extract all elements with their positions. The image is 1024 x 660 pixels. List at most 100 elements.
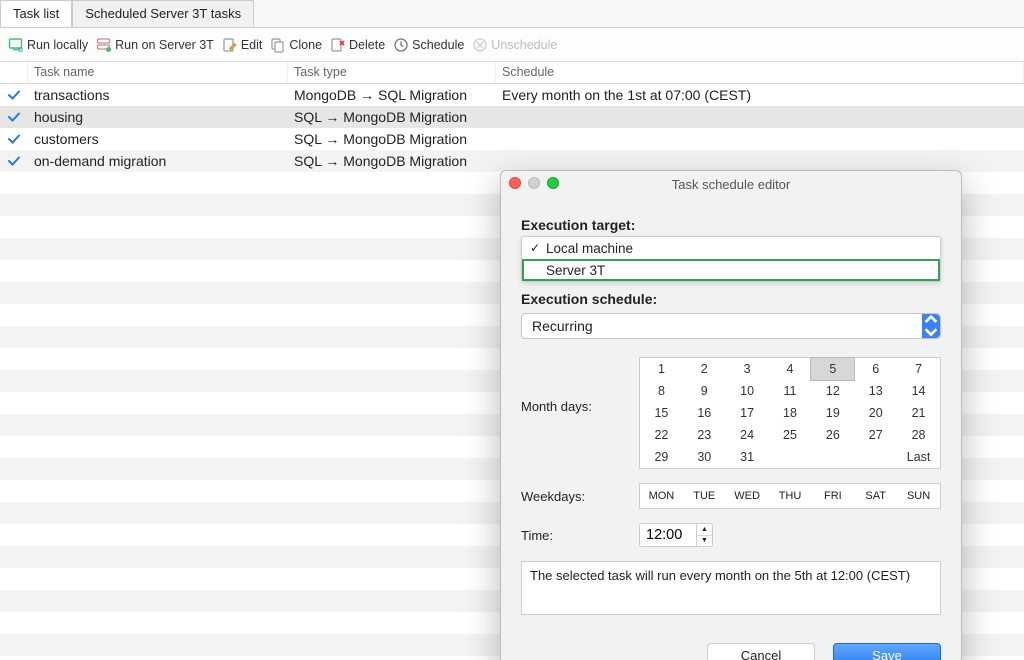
stepper-up-icon[interactable]: ▲ [697, 524, 712, 536]
month-day-cell[interactable]: 13 [854, 380, 897, 402]
month-day-cell[interactable]: 26 [811, 424, 854, 446]
stepper-down-icon[interactable]: ▼ [697, 536, 712, 547]
time-label: Time: [521, 528, 639, 543]
tabbar: Task list Scheduled Server 3T tasks [0, 0, 1024, 28]
task-type: MongoDB → SQL Migration [288, 87, 496, 103]
table-row[interactable]: customersSQL → MongoDB Migration [0, 128, 1024, 150]
toolbar: Run locally Run on Server 3T Edit Clone … [0, 28, 1024, 62]
clone-label: Clone [289, 38, 322, 52]
month-day-cell[interactable]: 29 [640, 446, 683, 468]
col-type[interactable]: Task type [288, 62, 496, 83]
run-locally-button[interactable]: Run locally [8, 37, 88, 53]
month-day-cell[interactable]: 17 [726, 402, 769, 424]
edit-icon [222, 37, 238, 53]
task-name: customers [28, 131, 288, 147]
month-day-cell[interactable]: 22 [640, 424, 683, 446]
month-day-cell[interactable]: 30 [683, 446, 726, 468]
month-day-cell[interactable]: 19 [811, 402, 854, 424]
tab-scheduled-tasks[interactable]: Scheduled Server 3T tasks [72, 0, 254, 27]
schedule-label: Schedule [412, 38, 464, 52]
month-day-cell[interactable]: 6 [854, 358, 897, 380]
run-on-server-label: Run on Server 3T [115, 38, 214, 52]
weekday-cell[interactable]: THU [769, 484, 812, 508]
weekday-cell[interactable]: SAT [854, 484, 897, 508]
month-day-cell[interactable]: 10 [726, 380, 769, 402]
month-day-cell[interactable]: 11 [769, 380, 812, 402]
table-header: Task name Task type Schedule [0, 62, 1024, 84]
month-day-cell[interactable]: 14 [897, 380, 940, 402]
cancel-button[interactable]: Cancel [707, 643, 815, 660]
execution-target-dropdown: Local machineServer 3T [521, 236, 941, 282]
status-check-icon [0, 154, 28, 168]
month-day-cell[interactable]: 16 [683, 402, 726, 424]
month-day-cell[interactable]: 3 [726, 358, 769, 380]
month-day-cell[interactable]: 7 [897, 358, 940, 380]
month-day-cell[interactable]: 21 [897, 402, 940, 424]
month-day-cell[interactable]: 24 [726, 424, 769, 446]
month-day-cell[interactable]: 15 [640, 402, 683, 424]
tab-task-list[interactable]: Task list [0, 0, 72, 27]
month-day-cell[interactable]: 8 [640, 380, 683, 402]
edit-button[interactable]: Edit [222, 37, 263, 53]
close-window-icon[interactable] [509, 177, 521, 189]
time-stepper[interactable]: ▲ ▼ [697, 523, 713, 547]
table-row[interactable]: housingSQL → MongoDB Migration [0, 106, 1024, 128]
col-schedule[interactable]: Schedule [496, 62, 1024, 83]
weekday-cell[interactable]: WED [726, 484, 769, 508]
weekdays-grid: MONTUEWEDTHUFRISATSUN [639, 483, 941, 509]
task-name: on-demand migration [28, 153, 288, 169]
month-day-empty [854, 446, 897, 468]
month-day-cell[interactable]: 1 [640, 358, 683, 380]
month-day-cell[interactable]: 5 [811, 358, 854, 380]
month-day-cell[interactable]: 31 [726, 446, 769, 468]
task-schedule: Every month on the 1st at 07:00 (CEST) [496, 87, 1024, 103]
month-day-cell[interactable]: 4 [769, 358, 812, 380]
month-days-label: Month days: [521, 357, 639, 414]
time-input[interactable] [639, 523, 697, 547]
month-day-cell[interactable]: 25 [769, 424, 812, 446]
target-option[interactable]: Server 3T [522, 259, 940, 281]
weekday-cell[interactable]: TUE [683, 484, 726, 508]
table-row[interactable]: transactionsMongoDB → SQL MigrationEvery… [0, 84, 1024, 106]
clone-button[interactable]: Clone [270, 37, 322, 53]
month-day-cell[interactable]: 23 [683, 424, 726, 446]
dialog-titlebar[interactable]: Task schedule editor [501, 171, 961, 197]
window-controls [509, 177, 559, 189]
month-day-cell[interactable]: 2 [683, 358, 726, 380]
month-day-cell[interactable]: 27 [854, 424, 897, 446]
schedule-type-select[interactable]: Recurring [521, 313, 941, 339]
task-name: housing [28, 109, 288, 125]
month-day-cell[interactable]: 18 [769, 402, 812, 424]
schedule-button[interactable]: Schedule [393, 37, 464, 53]
unschedule-label: Unschedule [491, 38, 557, 52]
table-row[interactable]: on-demand migrationSQL → MongoDB Migrati… [0, 150, 1024, 172]
task-table: Task name Task type Schedule transaction… [0, 62, 1024, 660]
month-day-cell[interactable]: Last [897, 446, 940, 468]
task-type: SQL → MongoDB Migration [288, 109, 496, 125]
execution-schedule-label: Execution schedule: [521, 291, 941, 307]
weekday-cell[interactable]: FRI [811, 484, 854, 508]
month-day-cell[interactable]: 12 [811, 380, 854, 402]
run-locally-label: Run locally [27, 38, 88, 52]
month-day-cell[interactable]: 20 [854, 402, 897, 424]
play-local-icon [8, 37, 24, 53]
col-name[interactable]: Task name [28, 62, 288, 83]
task-type: SQL → MongoDB Migration [288, 153, 496, 169]
month-day-cell[interactable]: 28 [897, 424, 940, 446]
execution-target-label: Execution target: [521, 217, 941, 233]
status-check-icon [0, 110, 28, 124]
unschedule-button: Unschedule [472, 37, 557, 53]
zoom-window-icon[interactable] [547, 177, 559, 189]
weekday-cell[interactable]: MON [640, 484, 683, 508]
edit-label: Edit [241, 38, 263, 52]
clone-icon [270, 37, 286, 53]
month-day-empty [769, 446, 812, 468]
play-server-icon [96, 37, 112, 53]
target-option[interactable]: Local machine [522, 237, 940, 259]
run-on-server-button[interactable]: Run on Server 3T [96, 37, 214, 53]
save-button[interactable]: Save [833, 643, 941, 660]
month-day-cell[interactable]: 9 [683, 380, 726, 402]
month-days-grid: 1234567891011121314151617181920212223242… [639, 357, 941, 469]
weekday-cell[interactable]: SUN [897, 484, 940, 508]
delete-button[interactable]: Delete [330, 37, 385, 53]
